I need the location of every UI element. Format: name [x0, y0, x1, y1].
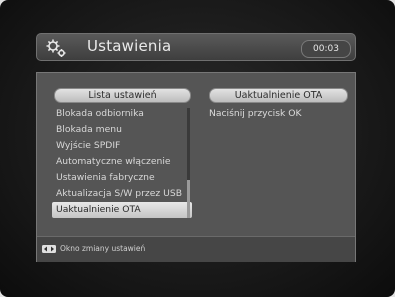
- arrows-left-right-icon: [42, 245, 56, 253]
- list-scrollbar[interactable]: [187, 108, 190, 218]
- page-title: Ustawienia: [87, 37, 172, 55]
- detail-instruction: Naciśnij przycisk OK: [209, 108, 302, 119]
- list-item-aktualizacja-usb[interactable]: Aktualizacja S/W przez USB: [52, 186, 192, 202]
- list-item-wyjscie-spdif[interactable]: Wyjście SPDIF: [52, 138, 192, 154]
- settings-list: Blokada odbiornika Blokada menu Wyjście …: [52, 106, 192, 218]
- title-bar: Ustawienia 00:03: [36, 33, 356, 61]
- clock: 00:03: [301, 40, 351, 58]
- list-item-uaktualnienie-ota[interactable]: Uaktualnienie OTA: [52, 202, 192, 218]
- settings-gear-icon: [46, 39, 66, 57]
- list-item-automatyczne-wlaczenie[interactable]: Automatyczne włączenie: [52, 154, 192, 170]
- settings-panel: Lista ustawień Uaktualnienie OTA Blokada…: [36, 72, 356, 262]
- tv-screen: Ustawienia 00:03 Lista ustawień Uaktualn…: [0, 0, 395, 297]
- detail-header: Uaktualnienie OTA: [209, 88, 348, 103]
- footer-bar: Okno zmiany ustawień: [37, 236, 355, 262]
- list-item-ustawienia-fabryczne[interactable]: Ustawienia fabryczne: [52, 170, 192, 186]
- scrollbar-thumb[interactable]: [187, 180, 190, 218]
- list-item-blokada-odbiornika[interactable]: Blokada odbiornika: [52, 106, 192, 122]
- settings-list-header: Lista ustawień: [54, 88, 191, 103]
- list-item-blokada-menu[interactable]: Blokada menu: [52, 122, 192, 138]
- footer-hint: Okno zmiany ustawień: [60, 244, 146, 253]
